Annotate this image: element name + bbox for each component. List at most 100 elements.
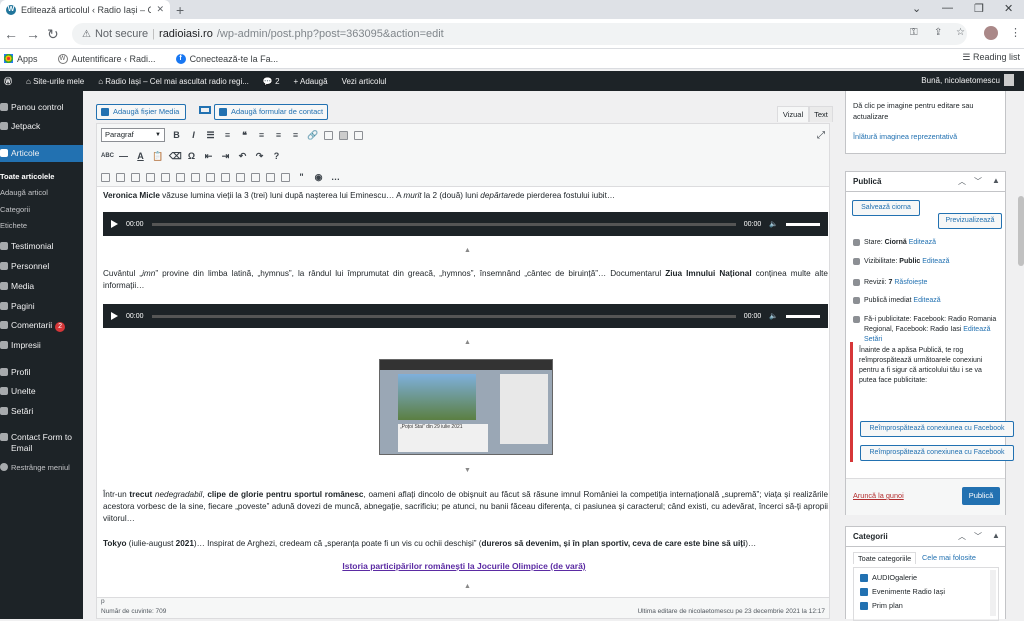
collapse-menu[interactable]: Restrânge meniul — [0, 462, 83, 473]
block-handle[interactable]: ▲ — [464, 247, 471, 254]
omega-icon[interactable]: Ω — [186, 151, 197, 162]
bullet-list-icon[interactable]: ☰ — [205, 130, 216, 141]
olympics-history-link[interactable]: Istoria participărilor românești la Jocu… — [97, 561, 829, 571]
scrollbar-thumb[interactable] — [1018, 196, 1024, 266]
undo-icon[interactable]: ↶ — [237, 151, 248, 162]
tab-text[interactable]: Text — [809, 106, 833, 122]
audio-progress[interactable] — [151, 314, 736, 318]
file-icon[interactable] — [191, 172, 200, 182]
chevron-down-icon[interactable]: ﹀ — [974, 531, 982, 542]
url-input[interactable]: ⚠ Not secure | radioiasi.ro/wp-admin/pos… — [72, 23, 967, 45]
checkbox-checked-icon[interactable] — [860, 602, 868, 611]
tab-search-icon[interactable]: ⌄ — [912, 2, 921, 15]
profile-avatar[interactable] — [984, 26, 998, 40]
share-icon[interactable]: ⇪ — [934, 27, 942, 38]
sidebar-item-tools[interactable]: Unelte — [0, 386, 83, 397]
sidebar-item-profile[interactable]: Profil — [0, 367, 83, 378]
align-right-icon[interactable]: ≡ — [290, 130, 301, 141]
minimize-icon[interactable]: — — [942, 2, 953, 14]
gallery-icon[interactable] — [131, 172, 140, 182]
fullscreen-icon[interactable]: ⤢ — [817, 130, 825, 141]
audio-progress[interactable] — [151, 222, 736, 226]
greeting[interactable]: Bună, nicolaetomescu — [921, 76, 1000, 85]
map-icon[interactable] — [251, 172, 260, 182]
block-handle[interactable]: ▲ — [464, 339, 471, 346]
table-icon[interactable] — [354, 130, 363, 140]
chart-icon[interactable] — [266, 172, 275, 182]
add-media-button[interactable]: Adaugă fișier Media — [96, 104, 186, 120]
more-icon[interactable]: … — [330, 172, 341, 183]
outdent-icon[interactable]: ⇤ — [203, 151, 214, 162]
browser-tab[interactable]: W Editează articolul ‹ Radio Iași – Ce ✕ — [0, 0, 170, 19]
publish-button[interactable]: Publică — [962, 487, 1000, 505]
embed-icon[interactable] — [146, 172, 155, 182]
bookmark-apps[interactable]: Apps — [4, 54, 38, 64]
play-icon[interactable] — [111, 312, 118, 320]
pdf-icon[interactable] — [236, 172, 245, 182]
sidebar-sub-all-posts[interactable]: Toate articolele — [0, 171, 83, 182]
indent-icon[interactable]: ⇥ — [220, 151, 231, 162]
add-new-link[interactable]: + Adaugă — [294, 77, 328, 86]
format-select[interactable]: Paragraf ▼ — [101, 128, 165, 142]
chevron-up-icon[interactable]: ︿ — [958, 176, 966, 187]
save-draft-button[interactable]: Salvează ciorna — [852, 200, 920, 216]
article-screenshot-image[interactable]: „Poțoi Stai” din 29 iulie 2021 — [379, 359, 553, 455]
edit-visibility-link[interactable]: Editează — [922, 258, 949, 265]
back-icon[interactable]: ← — [4, 26, 18, 42]
checkbox-checked-icon[interactable] — [860, 588, 868, 597]
checkbox-checked-icon[interactable] — [860, 574, 868, 583]
chevron-up-icon[interactable]: ︿ — [958, 531, 966, 542]
star-icon[interactable]: ☆ — [956, 27, 965, 38]
link-icon[interactable]: 🔗 — [307, 130, 318, 141]
block-handle[interactable]: ▼ — [464, 467, 471, 474]
reload-icon[interactable]: ↻ — [47, 26, 59, 43]
bold-icon[interactable]: B — [171, 130, 182, 141]
refresh-facebook-button-2[interactable]: Reîmprospătează conexiunea cu Facebook — [860, 445, 1014, 461]
form-icon[interactable] — [161, 172, 170, 182]
grid-icon[interactable] — [116, 172, 125, 182]
comments-link[interactable]: 💬 2 — [263, 77, 280, 86]
category-scrollbar[interactable] — [990, 570, 996, 616]
sidebar-sub-tags[interactable]: Etichete — [0, 220, 83, 231]
help-icon[interactable]: ? — [271, 151, 282, 162]
more-tag-icon[interactable] — [324, 130, 333, 140]
insert-table-icon[interactable] — [101, 172, 110, 182]
reading-list[interactable]: ☰ Reading list — [962, 52, 1020, 63]
block-handle[interactable]: ▲ — [464, 583, 471, 590]
image-icon[interactable] — [176, 172, 185, 182]
volume-slider[interactable] — [786, 314, 820, 318]
page-scrollbar[interactable] — [1018, 91, 1024, 619]
editor-content[interactable]: Veronica Micle văzuse lumina vieții la 3… — [96, 187, 830, 597]
play-icon[interactable] — [111, 220, 118, 228]
new-tab-icon[interactable]: + — [176, 2, 184, 18]
category-item[interactable]: Evenimente Radio Iași — [860, 586, 945, 597]
paste-text-icon[interactable]: 📋 — [152, 151, 163, 162]
volume-slider[interactable] — [786, 222, 820, 226]
tab-most-used[interactable]: Cele mai folosite — [922, 552, 976, 563]
numbered-list-icon[interactable]: ≡ — [222, 130, 233, 141]
browse-revisions-link[interactable]: Răsfoiește — [894, 279, 927, 286]
edit-status-link[interactable]: Editează — [909, 239, 936, 246]
forward-icon[interactable]: → — [26, 26, 40, 42]
move-to-trash-link[interactable]: Aruncă la gunoi — [853, 490, 904, 501]
align-left-icon[interactable]: ≡ — [256, 130, 267, 141]
shortcode-icon[interactable]: ◉ — [313, 172, 324, 183]
my-sites-link[interactable]: ⌂ Site-urile mele — [26, 77, 84, 86]
sidebar-item-impresii[interactable]: Impresii — [0, 340, 83, 351]
audio-player-1[interactable]: 00:00 00:00 🔈 — [103, 212, 828, 236]
sidebar-item-contact-form[interactable]: Contact Form to Email — [0, 432, 78, 454]
restore-icon[interactable]: ❐ — [974, 2, 984, 15]
sidebar-item-dashboard[interactable]: Panou control — [0, 102, 83, 113]
audio-player-2[interactable]: 00:00 00:00 🔈 — [103, 304, 828, 328]
toggle-panel-icon[interactable]: ▲ — [992, 176, 1000, 185]
clear-format-icon[interactable]: ⌫ — [169, 151, 182, 162]
add-contact-form-button[interactable]: Adaugă formular de contact — [214, 104, 328, 120]
site-name-link[interactable]: ⌂ Radio Iași – Cel mai ascultat radio re… — [98, 77, 249, 86]
refresh-facebook-button-1[interactable]: Reîmprospătează conexiunea cu Facebook — [860, 421, 1014, 437]
toolbar-toggle-icon[interactable] — [339, 130, 348, 140]
quote-icon[interactable]: " — [296, 172, 307, 183]
volume-icon[interactable]: 🔈 — [769, 220, 778, 228]
sidebar-item-jetpack[interactable]: Jetpack — [0, 121, 83, 132]
category-item[interactable]: AUDIOgalerie — [860, 572, 917, 583]
sidebar-item-personnel[interactable]: Personnel — [0, 261, 83, 272]
